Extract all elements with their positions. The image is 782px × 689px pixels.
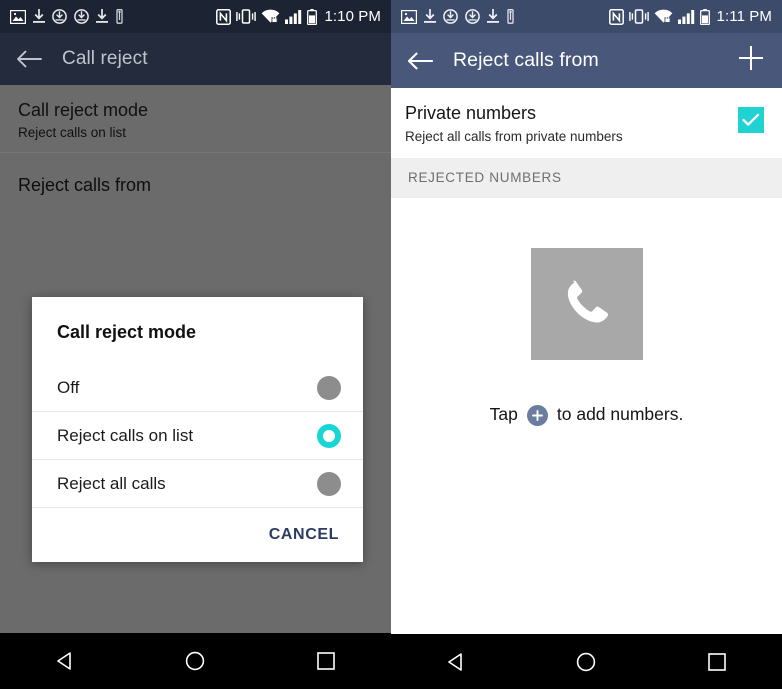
wifi-secure-icon [654,9,673,24]
right-nav-bar [391,634,782,689]
recents-square-icon[interactable] [309,644,343,678]
back-arrow-icon[interactable] [16,49,42,69]
download-icon [424,9,436,24]
option-label: Off [57,377,80,397]
left-nav-bar [0,633,391,689]
battery-icon [699,8,710,25]
empty-state: Tap to add numbers. [391,248,782,426]
sync-icon [52,9,67,24]
download-icon [96,9,108,24]
page-title: Call reject [62,48,148,69]
empty-text-before: Tap [489,404,518,424]
nfc-icon [608,8,624,25]
back-arrow-icon[interactable] [407,51,434,71]
setting-subtitle: Reject calls on list [18,124,127,140]
right-content-body: Private numbers Reject all calls from pr… [391,88,782,634]
private-numbers-checkbox[interactable] [738,107,764,133]
image-icon [401,9,417,24]
cancel-button[interactable]: CANCEL [269,526,339,544]
back-triangle-icon[interactable] [439,645,473,679]
radio-unselected-icon[interactable] [317,375,341,400]
battery-icon [307,8,318,25]
nfc-icon [216,8,232,25]
empty-state-text: Tap to add numbers. [489,404,684,426]
recents-square-icon[interactable] [700,645,734,679]
left-phone-panel: 1:10 PM Call reject Call reject mode Rej… [0,0,391,689]
vibrate-icon [236,9,257,24]
vibrate-icon [628,9,649,24]
call-reject-mode-dialog: Call reject mode Off Reject calls on lis… [32,297,363,562]
left-settings-body: Call reject mode Reject calls on list Re… [0,85,391,633]
dialog-option-reject-on-list[interactable]: Reject calls on list [32,412,363,459]
image-icon [10,9,26,24]
right-status-bar: 1:11 PM [391,0,782,33]
download-icon [33,9,45,24]
left-status-bar: 1:10 PM [0,0,391,33]
right-status-icons-left [401,9,515,24]
private-numbers-row[interactable]: Private numbers Reject all calls from pr… [391,88,782,158]
radio-unselected-icon[interactable] [317,471,341,496]
check-icon [742,113,760,126]
left-app-bar: Call reject [0,33,391,85]
screenshot-stage: 1:10 PM Call reject Call reject mode Rej… [0,0,782,689]
section-header-label: REJECTED NUMBERS [408,170,562,186]
option-label: Reject all calls [57,473,166,493]
setting-reject-calls-from[interactable]: Reject calls from [0,153,391,218]
usb-icon [506,9,515,24]
back-triangle-icon[interactable] [48,644,82,678]
add-number-button[interactable] [736,43,766,78]
setting-title: Call reject mode [18,100,149,120]
left-status-time: 1:10 PM [324,8,381,25]
signal-icon [285,9,302,24]
setting-title: Reject calls from [18,174,152,195]
dialog-option-off[interactable]: Off [32,364,363,411]
left-status-icons-right: 1:10 PM [216,8,381,25]
right-app-bar: Reject calls from [391,33,782,88]
phone-handset-icon [530,248,643,360]
download-icon [487,9,499,24]
dialog-actions: CANCEL [32,508,363,562]
left-status-icons-left [10,9,124,24]
sync-icon [443,9,458,24]
dialog-title: Call reject mode [57,322,197,342]
home-circle-icon[interactable] [569,645,603,679]
right-status-time: 1:11 PM [716,8,772,25]
sync-icon [465,9,480,24]
right-status-icons-right: 1:11 PM [608,8,772,25]
usb-icon [115,9,124,24]
right-phone-panel: 1:11 PM Reject calls from Private number… [391,0,782,689]
option-label: Reject calls on list [57,425,194,445]
setting-call-reject-mode[interactable]: Call reject mode Reject calls on list [0,85,391,152]
dialog-option-reject-all[interactable]: Reject all calls [32,460,363,507]
radio-selected-icon[interactable] [317,423,341,448]
wifi-secure-icon [261,9,280,24]
page-title: Reject calls from [453,49,599,71]
empty-text-after: to add numbers. [556,404,684,424]
rejected-numbers-section-header: REJECTED NUMBERS [391,157,782,198]
private-numbers-texts: Private numbers Reject all calls from pr… [405,103,623,144]
sync-icon [74,9,89,24]
private-numbers-title: Private numbers [405,103,537,123]
home-circle-icon[interactable] [178,644,212,678]
private-numbers-subtitle: Reject all calls from private numbers [405,128,623,144]
plus-circle-icon [526,405,548,426]
signal-icon [677,9,695,24]
